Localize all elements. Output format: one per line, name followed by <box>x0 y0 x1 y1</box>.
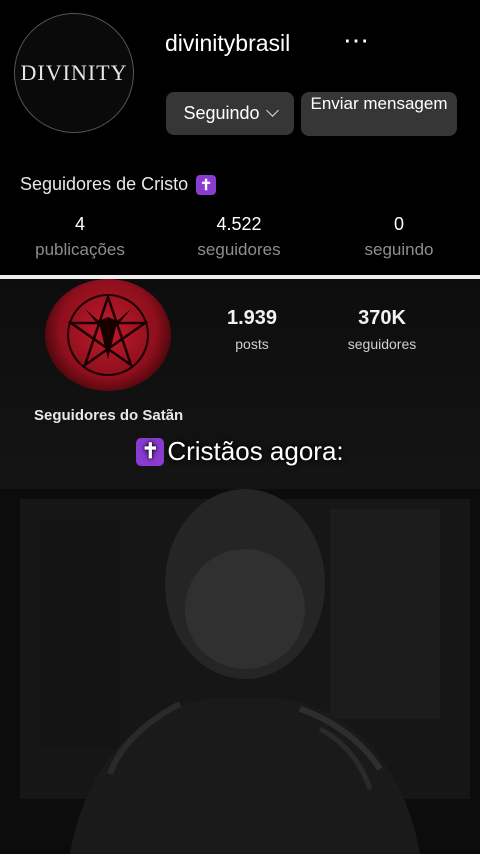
dark-figure-image <box>0 489 480 854</box>
more-options-icon[interactable]: ⋯ <box>343 25 371 56</box>
stat-followers-value: 370K <box>358 307 406 329</box>
meme-caption: ✝ Cristãos agora: <box>0 436 480 467</box>
stat-posts[interactable]: 4 publicações <box>10 214 150 260</box>
stat-following[interactable]: 0 seguindo <box>329 214 469 260</box>
following-button-label: Seguindo <box>183 103 260 123</box>
stat-following-value: 0 <box>393 214 404 234</box>
username: divinitybrasil <box>165 30 291 56</box>
meme-caption-text: Cristãos agora: <box>167 436 344 466</box>
send-message-button[interactable]: Enviar mensagem <box>301 92 457 136</box>
cross-emoji-icon: ✝ <box>136 437 165 466</box>
profile-bio: Seguidores do Satãn <box>34 407 184 424</box>
pentagram-avatar[interactable] <box>45 279 171 391</box>
stat-followers-label: seguidores <box>347 336 417 352</box>
meme-panel: 1.939 posts 370K seguidores Seguidores d… <box>0 279 480 854</box>
avatar-logo-text: DIVINITY <box>20 60 128 85</box>
following-button[interactable]: Seguindo <box>166 92 294 135</box>
pentagram-goat-icon <box>67 293 149 376</box>
profile-bio: Seguidores de Cristo ✝ <box>20 174 217 195</box>
avatar[interactable]: DIVINITY <box>14 13 134 133</box>
send-message-button-label: Enviar mensagem <box>310 94 448 113</box>
chevron-down-icon <box>265 104 279 117</box>
cross-emoji-icon: ✝ <box>196 174 217 195</box>
stat-followers-label: seguidores <box>197 240 281 259</box>
stat-followers[interactable]: 4.522 seguidores <box>169 214 309 260</box>
profile-header-divinity: DIVINITY divinitybrasil ⋯ Seguindo Envia… <box>0 0 480 275</box>
stat-posts-label: publicações <box>35 240 125 259</box>
stat-posts-value: 1.939 <box>226 307 278 329</box>
stat-followers[interactable]: 370K seguidores <box>322 307 442 352</box>
stat-posts-value: 4 <box>74 214 85 234</box>
bio-text: Seguidores de Cristo <box>20 174 189 194</box>
stat-posts[interactable]: 1.939 posts <box>192 307 312 352</box>
stat-followers-value: 4.522 <box>216 214 262 234</box>
stat-posts-label: posts <box>235 336 269 352</box>
stat-following-label: seguindo <box>364 240 434 259</box>
